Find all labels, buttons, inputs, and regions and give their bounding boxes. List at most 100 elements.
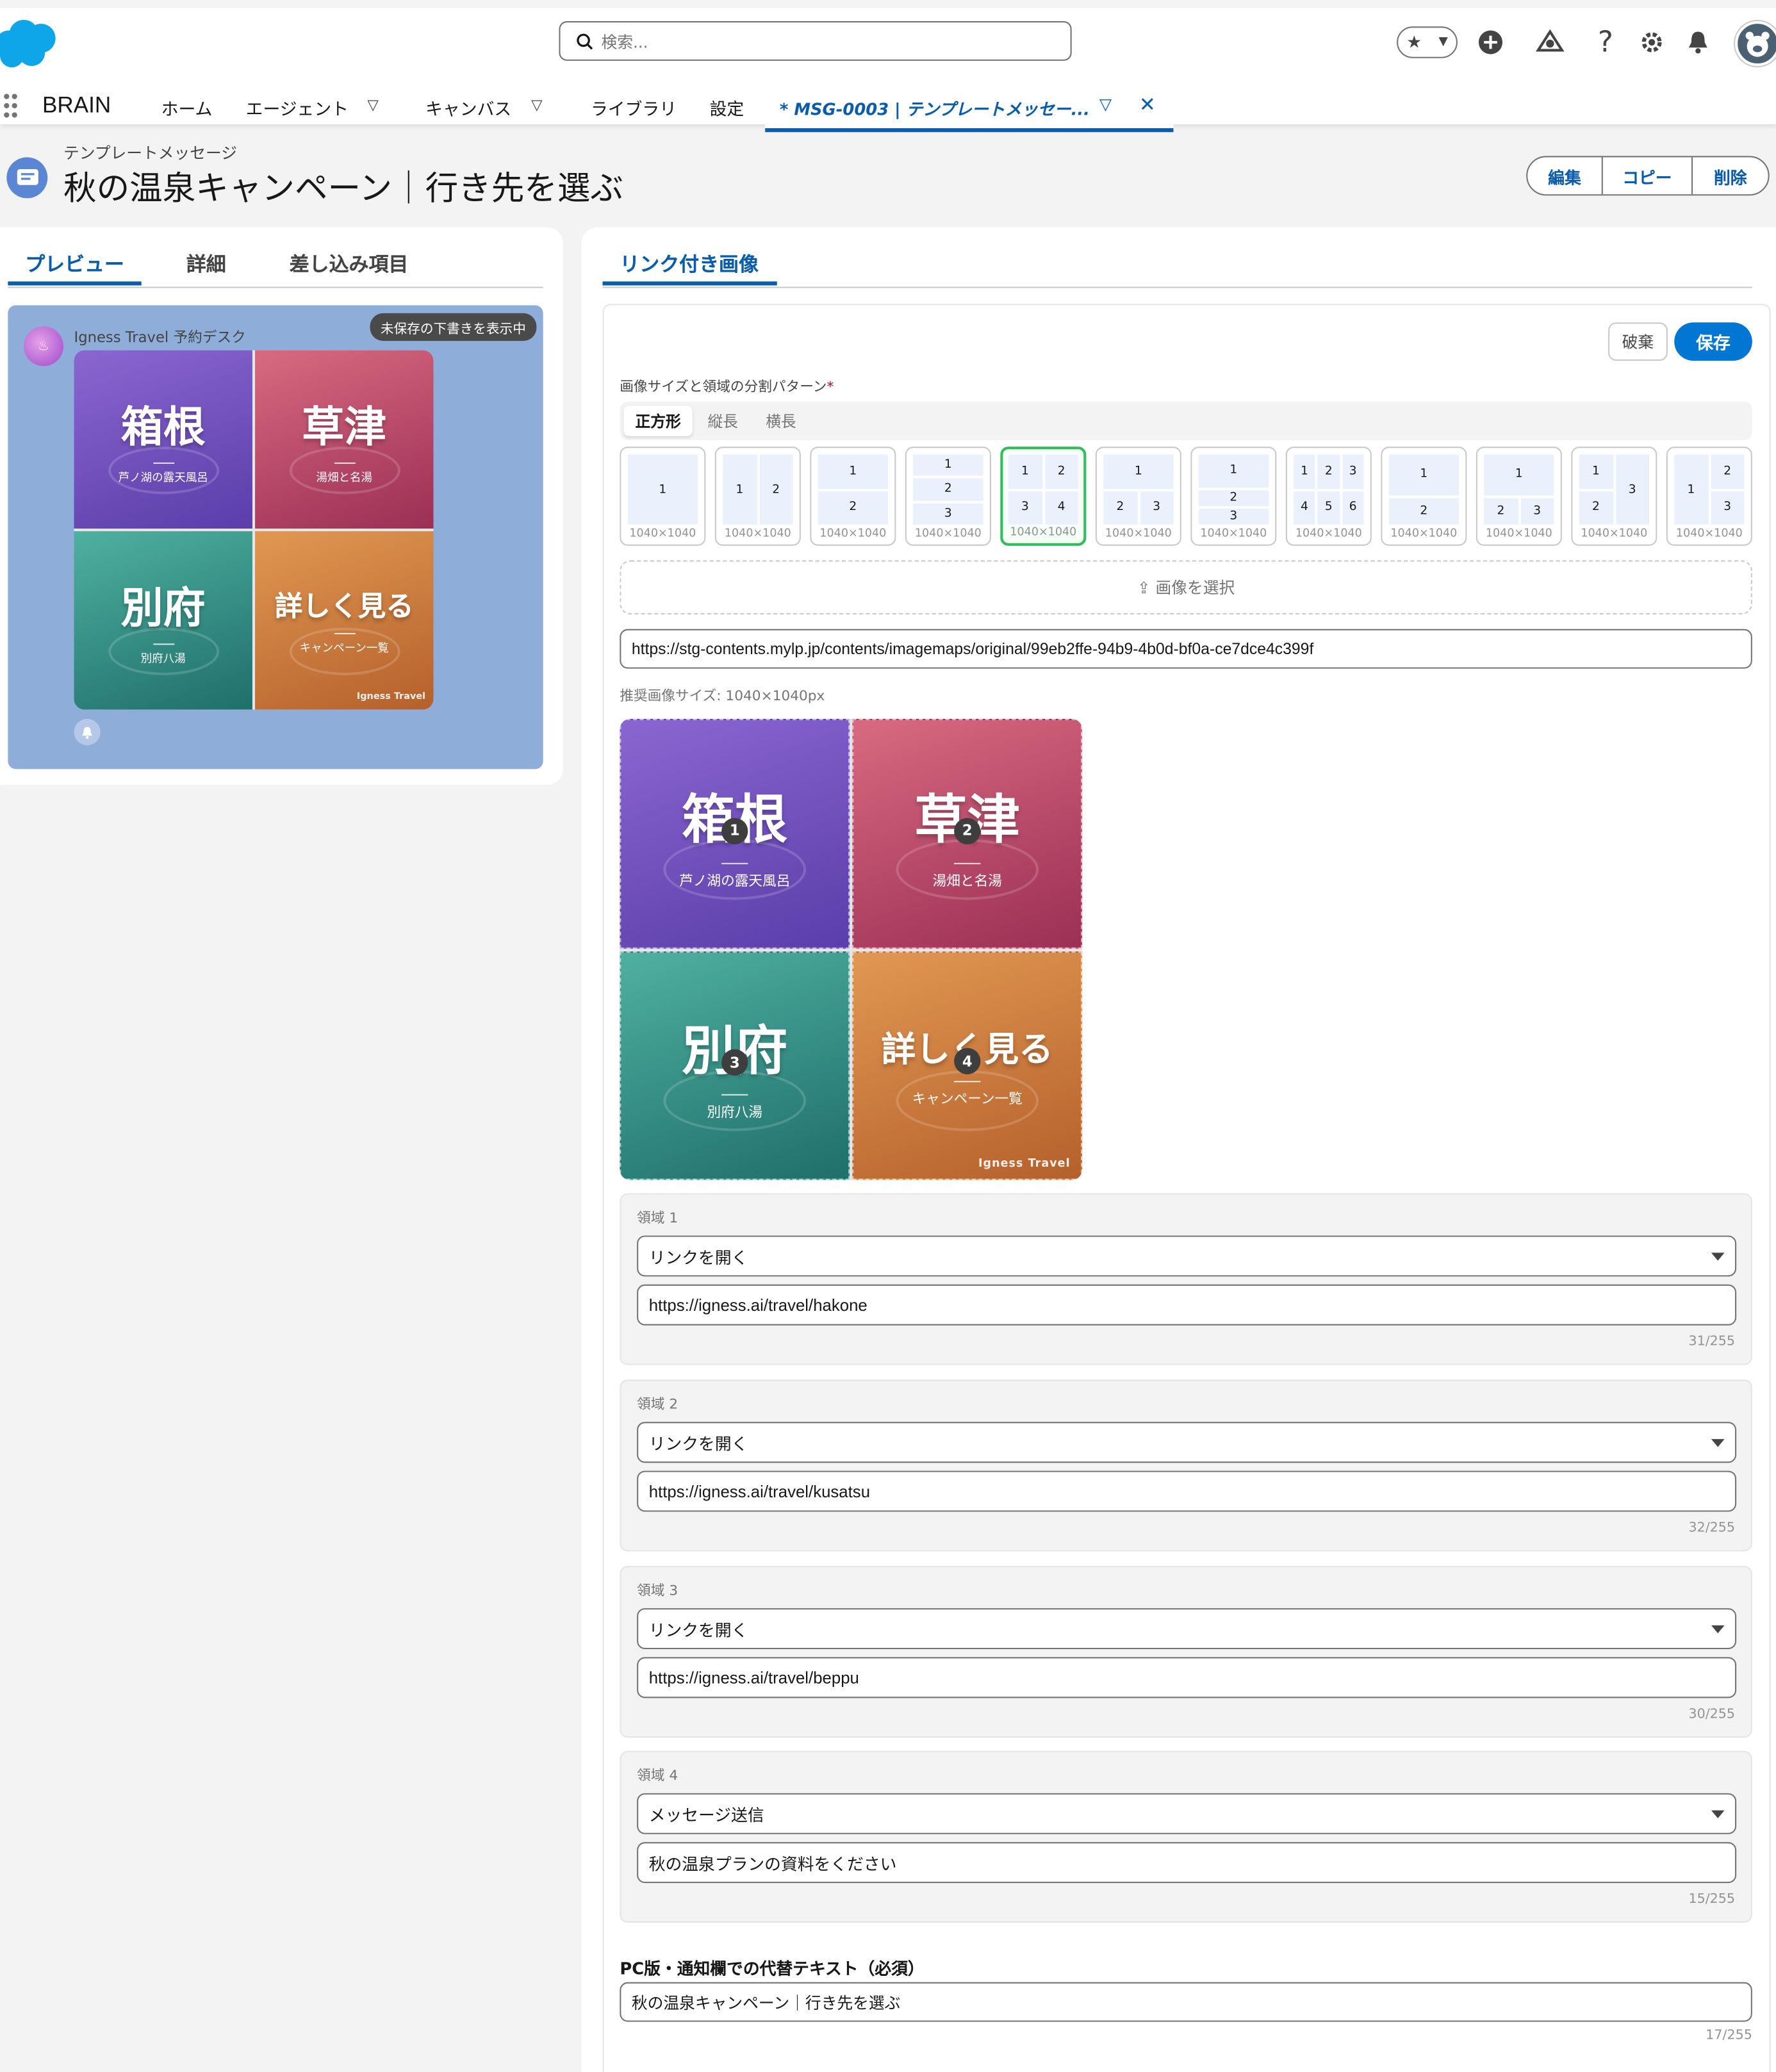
pattern-size: 1040×1040 bbox=[1295, 527, 1362, 541]
region-label: 領域 3 bbox=[637, 1583, 678, 1599]
search-input[interactable]: 検索... bbox=[559, 21, 1072, 61]
region-action-select[interactable]: リンクを開く bbox=[637, 1422, 1737, 1463]
pattern-option[interactable]: 12 1040×1040 bbox=[1381, 447, 1467, 546]
tile-subtitle: 湯畑と名湯 bbox=[316, 472, 373, 485]
imagemap-region-1[interactable]: 箱根 芦ノ湖の露天風呂 1 bbox=[620, 719, 850, 948]
pattern-option[interactable]: 12 1040×1040 bbox=[810, 447, 896, 546]
recommended-size: 推奨画像サイズ: 1040×1040px bbox=[620, 688, 825, 705]
trailhead-icon[interactable] bbox=[1533, 22, 1568, 62]
pattern-size: 1040×1040 bbox=[1675, 527, 1743, 541]
pattern-option[interactable]: 123 1040×1040 bbox=[1476, 447, 1562, 546]
tile-title: 別府 bbox=[120, 582, 206, 633]
right-tabs: リンク付き画像 bbox=[602, 238, 1752, 288]
help-icon[interactable]: ? bbox=[1590, 22, 1622, 62]
alt-text-input[interactable]: 秋の温泉キャンペーン｜行き先を選ぶ bbox=[620, 1982, 1752, 2022]
tile-subtitle: 別府八湯 bbox=[140, 652, 186, 666]
tab-landscape[interactable]: 横長 bbox=[755, 406, 808, 436]
caret-down-icon bbox=[1711, 1625, 1725, 1634]
region-action-select[interactable]: リンクを開く bbox=[637, 1235, 1737, 1277]
pattern-option[interactable]: 123 1040×1040 bbox=[1571, 447, 1657, 546]
caret-down-icon bbox=[1711, 1810, 1725, 1818]
pattern-size: 1040×1040 bbox=[819, 527, 887, 541]
pattern-size: 1040×1040 bbox=[724, 527, 791, 541]
imagemap-tile-beppu[interactable]: 別府 別府八湯 bbox=[74, 531, 252, 710]
region-value-input[interactable]: https://igness.ai/travel/beppu bbox=[637, 1657, 1737, 1698]
favorites-button[interactable]: ★ ▼ bbox=[1397, 26, 1458, 58]
app-launcher-icon[interactable] bbox=[4, 94, 22, 120]
copy-button[interactable]: コピー bbox=[1603, 157, 1693, 195]
chevron-down-icon[interactable]: ▽ bbox=[367, 97, 378, 114]
region-action-select[interactable]: リンクを開く bbox=[637, 1608, 1737, 1649]
region-label: 領域 4 bbox=[637, 1768, 678, 1784]
pattern-option[interactable]: 123 1040×1040 bbox=[1095, 447, 1181, 546]
caret-down-icon bbox=[1711, 1439, 1725, 1447]
pattern-size: 1040×1040 bbox=[1485, 527, 1552, 541]
pattern-option[interactable]: 1 1040×1040 bbox=[620, 447, 706, 546]
active-tab-indicator bbox=[602, 281, 777, 286]
tab-details[interactable]: 詳細 bbox=[186, 250, 226, 277]
imagemap-tile-hakone[interactable]: 箱根 芦ノ湖の露天風呂 bbox=[74, 350, 252, 529]
region-value-input[interactable]: 秋の温泉プランの資料をください bbox=[637, 1842, 1737, 1884]
preview-imagemap[interactable]: 箱根 芦ノ湖の露天風呂 草津 湯畑と名湯 別府 別府八湯 詳しく見る キャンペー… bbox=[74, 350, 434, 710]
tile-subtitle: 別府八湯 bbox=[707, 1105, 763, 1121]
close-icon[interactable]: ✕ bbox=[1139, 92, 1156, 116]
pattern-size: 1040×1040 bbox=[629, 527, 696, 541]
discard-button[interactable]: 破棄 bbox=[1608, 322, 1668, 361]
region-value-input[interactable]: https://igness.ai/travel/kusatsu bbox=[637, 1470, 1737, 1512]
add-icon[interactable] bbox=[1475, 22, 1507, 62]
region-label: 領域 2 bbox=[637, 1397, 678, 1413]
pattern-option[interactable]: 12 1040×1040 bbox=[714, 447, 801, 546]
required-mark: * bbox=[826, 379, 834, 395]
sender-avatar: ♨ bbox=[24, 326, 63, 366]
tile-subtitle: 芦ノ湖の露天風呂 bbox=[679, 873, 791, 889]
imagemap-tile-more[interactable]: 詳しく見る キャンペーン一覧 Igness Travel bbox=[255, 531, 434, 710]
bell-icon[interactable] bbox=[1682, 22, 1714, 62]
nav-item-agents[interactable]: エージェント bbox=[246, 95, 349, 120]
pattern-option[interactable]: 123 1040×1040 bbox=[1666, 447, 1752, 546]
tile-subtitle: キャンペーン一覧 bbox=[912, 1091, 1023, 1107]
tile-title: 箱根 bbox=[120, 402, 206, 452]
tile-subtitle: キャンペーン一覧 bbox=[299, 642, 389, 655]
edit-button[interactable]: 編集 bbox=[1527, 157, 1603, 195]
tab-portrait[interactable]: 縦長 bbox=[696, 406, 750, 436]
char-count: 30/255 bbox=[1688, 1707, 1736, 1722]
chevron-down-icon[interactable]: ▽ bbox=[1099, 95, 1112, 114]
app-navigation: BRAIN ホーム エージェント ▽ キャンバス ▽ ライブラリ 設定 * MS… bbox=[0, 85, 1776, 133]
nav-item-home[interactable]: ホーム bbox=[161, 95, 213, 120]
imagemap-tile-kusatsu[interactable]: 草津 湯畑と名湯 bbox=[255, 350, 434, 529]
char-count: 32/255 bbox=[1688, 1520, 1736, 1536]
region-number-badge: 2 bbox=[954, 818, 981, 844]
select-image-button[interactable]: ⇪ 画像を選択 bbox=[620, 560, 1752, 615]
sender-name: Igness Travel 予約デスク bbox=[74, 329, 246, 347]
bell-icon bbox=[74, 719, 101, 746]
nav-item-canvas[interactable]: キャンバス bbox=[425, 95, 511, 120]
tab-msg-0003[interactable]: * MSG-0003 | テンプレートメッセー... ▽ ✕ bbox=[765, 85, 1174, 133]
gear-icon[interactable] bbox=[1636, 22, 1668, 62]
pattern-option[interactable]: 123456 1040×1040 bbox=[1285, 447, 1372, 546]
pattern-option[interactable]: 123 1040×1040 bbox=[905, 447, 991, 546]
tab-merge-fields[interactable]: 差し込み項目 bbox=[290, 250, 409, 277]
tab-square[interactable]: 正方形 bbox=[623, 406, 693, 436]
save-button[interactable]: 保存 bbox=[1674, 322, 1752, 361]
imagemap-editor[interactable]: 箱根 芦ノ湖の露天風呂 1 草津 湯畑と名湯 2 別府 別府八湯 3 詳しく見る… bbox=[620, 719, 1083, 1180]
region-value-input[interactable]: https://igness.ai/travel/hakone bbox=[637, 1284, 1737, 1326]
search-placeholder: 検索... bbox=[601, 32, 648, 51]
delete-button[interactable]: 削除 bbox=[1693, 157, 1768, 194]
char-count: 17/255 bbox=[1706, 2028, 1752, 2043]
split-pattern-list: 1 1040×1040 12 1040×1040 12 1040×1040 12… bbox=[620, 447, 1752, 546]
pattern-option-selected[interactable]: 1234 1040×1040 bbox=[1000, 447, 1087, 546]
salesforce-logo[interactable] bbox=[0, 16, 61, 72]
region-action-select[interactable]: メッセージ送信 bbox=[637, 1793, 1737, 1834]
nav-item-settings[interactable]: 設定 bbox=[710, 95, 744, 120]
tab-linked-image[interactable]: リンク付き画像 bbox=[620, 250, 759, 277]
imagemap-region-4[interactable]: 詳しく見る キャンペーン一覧 4 Igness Travel bbox=[852, 950, 1083, 1180]
imagemap-region-2[interactable]: 草津 湯畑と名湯 2 bbox=[852, 719, 1083, 948]
image-url-field[interactable]: https://stg-contents.mylp.jp/contents/im… bbox=[620, 629, 1752, 669]
nav-item-library[interactable]: ライブラリ bbox=[591, 95, 677, 120]
chevron-down-icon[interactable]: ▽ bbox=[531, 97, 542, 114]
pattern-option[interactable]: 123 1040×1040 bbox=[1190, 447, 1277, 546]
user-avatar[interactable] bbox=[1735, 21, 1776, 67]
pattern-size: 1040×1040 bbox=[1010, 525, 1077, 539]
imagemap-region-3[interactable]: 別府 別府八湯 3 bbox=[620, 950, 850, 1180]
tab-preview[interactable]: プレビュー bbox=[25, 250, 124, 277]
